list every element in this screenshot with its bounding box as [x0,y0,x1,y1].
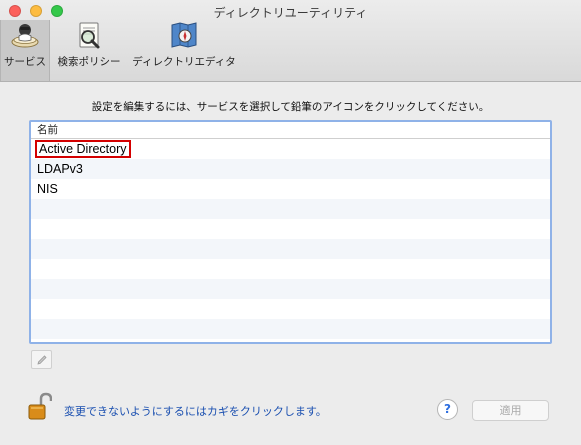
table-row[interactable]: Active Directory [31,139,550,159]
toolbar-item-services[interactable]: サービス [0,20,50,81]
service-name-ldapv3: LDAPv3 [37,162,83,176]
toolbar-item-search-policy-label: 検索ポリシー [57,56,121,68]
help-button[interactable]: ? [437,399,458,420]
window-title: ディレクトリユーティリティ [213,6,368,20]
directory-editor-icon [171,22,197,48]
lock-icon[interactable] [26,392,52,422]
edit-service-button[interactable] [31,350,52,369]
services-table-body: Active Directory LDAPv3 NIS [31,139,550,339]
toolbar-item-directory-editor[interactable]: ディレクトリエディタ [128,20,240,81]
services-icon [11,24,39,48]
toolbar-item-search-policy[interactable]: 検索ポリシー [53,20,125,81]
table-row [31,199,550,219]
apply-button[interactable]: 適用 [472,400,549,421]
lock-message[interactable]: 変更できないようにするにはカギをクリックします。 [64,403,327,419]
services-pane: 設定を編集するには、サービスを選択して鉛筆のアイコンをクリックしてください。 名… [0,82,581,445]
table-row[interactable]: LDAPv3 [31,159,550,179]
column-header-name[interactable]: 名前 [31,122,550,139]
services-table[interactable]: 名前 Active Directory LDAPv3 NIS [29,120,552,344]
table-row [31,279,550,299]
pencil-icon [36,354,47,365]
service-name-active-directory: Active Directory [35,140,131,158]
table-row[interactable]: NIS [31,179,550,199]
window-titlebar: ディレクトリユーティリティ サービス 検索ポリシー ディレクトリエディタ [0,0,581,82]
toolbar-item-services-label: サービス [4,56,46,68]
instruction-text: 設定を編集するには、サービスを選択して鉛筆のアイコンをクリックしてください。 [91,101,490,113]
service-name-nis: NIS [37,182,58,196]
toolbar-item-directory-editor-label: ディレクトリエディタ [132,56,236,68]
table-row [31,319,550,339]
table-row [31,239,550,259]
search-policy-icon [79,22,100,49]
table-row [31,219,550,239]
table-row [31,259,550,279]
table-row [31,299,550,319]
